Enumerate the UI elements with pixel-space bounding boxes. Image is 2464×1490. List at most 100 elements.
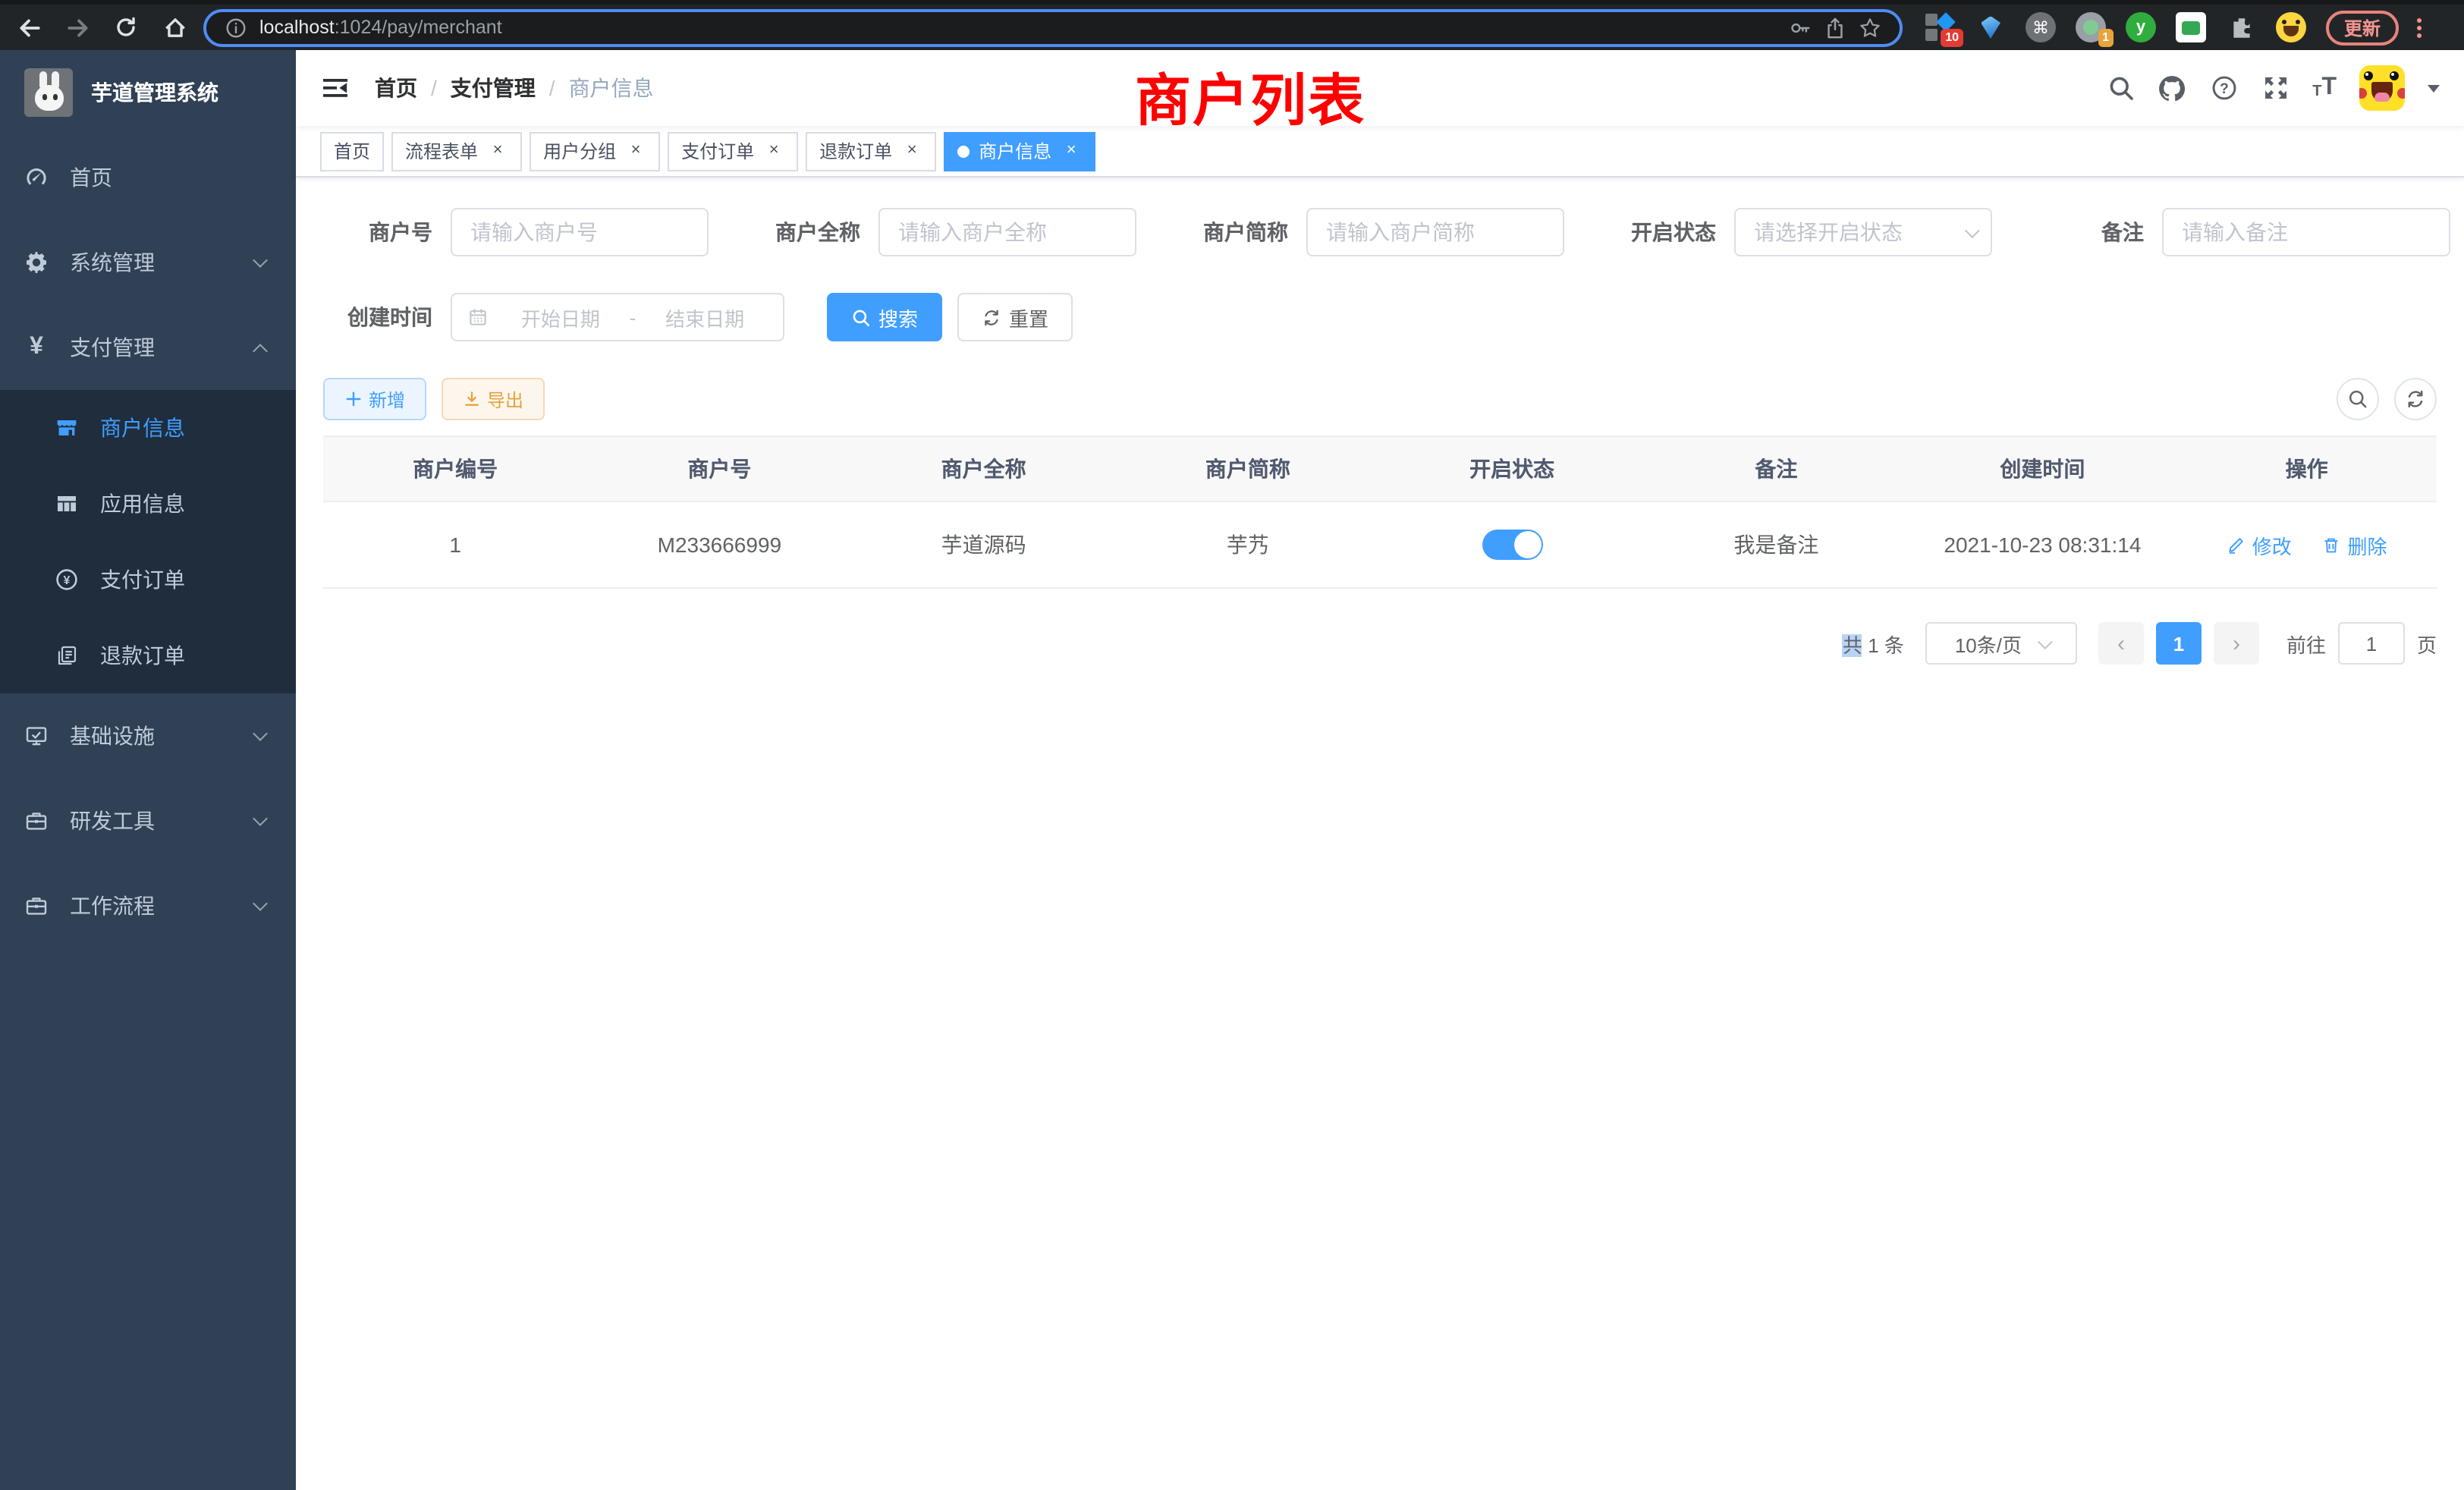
- chevron-down-icon: [253, 811, 268, 826]
- next-page-button[interactable]: ›: [2214, 622, 2259, 665]
- short-name-input[interactable]: [1306, 208, 1564, 256]
- sidebar-logo[interactable]: 芋道管理系统: [0, 50, 296, 135]
- sidebar-item-workflow[interactable]: 工作流程: [0, 863, 296, 948]
- breadcrumb-separator: /: [549, 76, 555, 100]
- delete-link[interactable]: 删除: [2322, 530, 2387, 559]
- reset-button[interactable]: 重置: [957, 293, 1073, 341]
- font-size-icon[interactable]: TT: [2312, 76, 2337, 100]
- sidebar-item-infrastructure[interactable]: 基础设施: [0, 693, 296, 778]
- start-date-placeholder: 开始日期: [498, 303, 624, 332]
- sidebar-item-payment[interactable]: ¥ 支付管理: [0, 305, 296, 390]
- col-status: 开启状态: [1380, 436, 1644, 501]
- reload-icon[interactable]: [112, 14, 140, 41]
- home-icon[interactable]: [161, 14, 188, 41]
- hamburger-icon[interactable]: [320, 73, 350, 103]
- bookmark-star-icon[interactable]: [1859, 16, 1881, 39]
- forward-icon[interactable]: [64, 14, 91, 41]
- filter-create-time: 创建时间 开始日期 - 结束日期: [323, 293, 784, 341]
- sidebar-item-payment-orders[interactable]: ¥ 支付订单: [0, 542, 296, 618]
- status-switch[interactable]: [1482, 530, 1542, 560]
- tab-process-form[interactable]: 流程表单×: [391, 131, 522, 171]
- sidebar-item-system[interactable]: 系统管理: [0, 220, 296, 305]
- filter-merchant-no: 商户号: [323, 208, 709, 256]
- site-info-icon[interactable]: [225, 16, 247, 39]
- merchant-table: 商户编号 商户号 商户全称 商户简称 开启状态 备注 创建时间 操作 1: [323, 435, 2437, 589]
- merchant-no-input[interactable]: [451, 208, 709, 256]
- col-merchant-id: 商户编号: [323, 436, 587, 501]
- github-icon[interactable]: [2158, 74, 2186, 102]
- browser-nav-buttons: [15, 14, 188, 41]
- page-size-select[interactable]: 10条/页: [1925, 622, 2077, 665]
- password-key-icon[interactable]: [1789, 16, 1812, 39]
- edit-link[interactable]: 修改: [2227, 530, 2292, 559]
- cell-full-name: 芋道源码: [852, 501, 1116, 588]
- field-label: 备注: [2035, 217, 2162, 247]
- status-select[interactable]: 请选择开启状态: [1734, 208, 1992, 256]
- close-icon[interactable]: ×: [487, 140, 508, 162]
- cell-merchant-no: M233666999: [587, 501, 851, 588]
- close-icon[interactable]: ×: [763, 140, 784, 162]
- svg-text:?: ?: [2219, 81, 2228, 97]
- url-text: localhost:1024/pay/merchant: [259, 14, 502, 41]
- search-icon[interactable]: [2106, 74, 2135, 102]
- sidebar-item-home[interactable]: 首页: [0, 135, 296, 220]
- tab-payment-orders[interactable]: 支付订单×: [668, 131, 798, 171]
- sidebar-menu: 首页 系统管理 ¥ 支付管理: [0, 135, 296, 948]
- extension-tampermonkey-icon[interactable]: 10: [1924, 11, 1957, 44]
- chevron-up-icon: [253, 344, 268, 359]
- close-icon[interactable]: ×: [625, 140, 646, 162]
- sidebar-item-label: 支付订单: [100, 564, 185, 595]
- extensions-puzzle-icon[interactable]: [2224, 11, 2258, 44]
- breadcrumb: 首页 / 支付管理 / 商户信息: [375, 73, 654, 103]
- sidebar-item-dev-tools[interactable]: 研发工具: [0, 778, 296, 863]
- tab-home[interactable]: 首页: [320, 131, 384, 171]
- full-name-input[interactable]: [878, 208, 1136, 256]
- back-icon[interactable]: [15, 14, 42, 41]
- avatar-caret-icon[interactable]: [2428, 84, 2440, 92]
- fullscreen-icon[interactable]: [2261, 74, 2290, 102]
- page-content: 商户号 商户全称 商户简称 开启状态 请选择开启状态: [296, 178, 2464, 1490]
- breadcrumb-home[interactable]: 首页: [375, 73, 417, 103]
- cell-status: [1380, 501, 1644, 588]
- filter-remark: 备注: [2035, 208, 2450, 256]
- goto-page-input[interactable]: [2338, 622, 2405, 665]
- extension-recorder-icon[interactable]: 1: [2074, 11, 2107, 44]
- avatar[interactable]: [2359, 65, 2405, 111]
- sidebar-item-label: 退款订单: [100, 640, 185, 671]
- sidebar-item-merchant-info[interactable]: 商户信息: [0, 390, 296, 466]
- current-page-button[interactable]: 1: [2156, 622, 2202, 665]
- tab-refund-orders[interactable]: 退款订单×: [806, 131, 936, 171]
- browser-menu-icon[interactable]: [2417, 25, 2422, 30]
- toolbox-icon: [24, 809, 49, 833]
- url-bar[interactable]: localhost:1024/pay/merchant: [203, 8, 1903, 46]
- prev-page-button[interactable]: ‹: [2098, 622, 2144, 665]
- extension-chat-icon[interactable]: [2174, 11, 2208, 44]
- filter-row-2: 创建时间 开始日期 - 结束日期 搜索: [323, 293, 2437, 341]
- extension-command-icon[interactable]: ⌘: [2024, 11, 2057, 44]
- top-navbar: 首页 / 支付管理 / 商户信息 ?: [296, 50, 2464, 126]
- briefcase-icon: [24, 894, 49, 918]
- close-icon[interactable]: ×: [1061, 140, 1082, 162]
- toggle-search-button[interactable]: [2337, 378, 2379, 420]
- refresh-button[interactable]: [2394, 378, 2437, 420]
- share-icon[interactable]: [1824, 16, 1846, 39]
- extension-emoji-icon[interactable]: [2274, 11, 2308, 44]
- add-button[interactable]: 新增: [323, 378, 426, 420]
- extension-gem-icon[interactable]: [1974, 11, 2007, 44]
- help-icon[interactable]: ?: [2209, 74, 2238, 102]
- tab-merchant-info[interactable]: 商户信息×: [944, 131, 1095, 171]
- extension-y-icon[interactable]: y: [2124, 11, 2158, 44]
- breadcrumb-payment[interactable]: 支付管理: [451, 73, 536, 103]
- search-button[interactable]: 搜索: [827, 293, 942, 341]
- active-dot: [957, 145, 970, 157]
- export-button[interactable]: 导出: [442, 378, 545, 420]
- remark-input[interactable]: [2162, 208, 2450, 256]
- filter-short-name: 商户简称: [1179, 208, 1564, 256]
- col-remark: 备注: [1644, 436, 1908, 501]
- browser-update-button[interactable]: 更新: [2326, 10, 2399, 45]
- close-icon[interactable]: ×: [901, 140, 922, 162]
- sidebar-item-refund-orders[interactable]: 退款订单: [0, 618, 296, 693]
- sidebar-item-app-info[interactable]: 应用信息: [0, 466, 296, 542]
- tab-user-group[interactable]: 用户分组×: [530, 131, 660, 171]
- date-range-input[interactable]: 开始日期 - 结束日期: [451, 293, 784, 341]
